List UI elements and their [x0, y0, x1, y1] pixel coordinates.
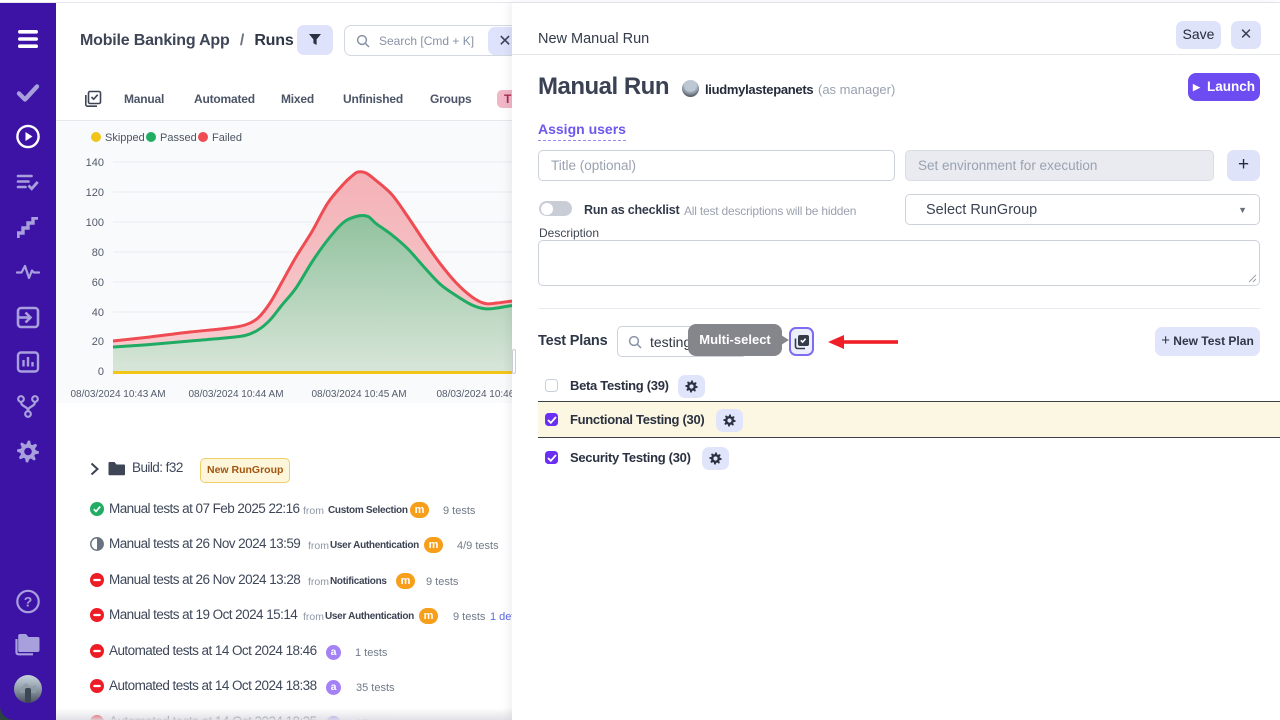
svg-text:Skipped: Skipped — [105, 132, 145, 144]
svg-text:40: 40 — [92, 307, 104, 319]
svg-text:Failed: Failed — [212, 132, 242, 144]
svg-text:08/03/2024 10:44 AM: 08/03/2024 10:44 AM — [188, 389, 283, 400]
svg-text:08/03/2024 10:43 AM: 08/03/2024 10:43 AM — [70, 389, 165, 400]
svg-text:08/03/2024 10:46 AM: 08/03/2024 10:46 AM — [436, 389, 516, 400]
svg-text:Passed: Passed — [160, 132, 197, 144]
svg-text:120: 120 — [86, 187, 104, 199]
svg-text:100: 100 — [86, 217, 104, 229]
svg-text:0: 0 — [98, 366, 104, 378]
svg-text:?: ? — [24, 594, 33, 610]
svg-text:20: 20 — [92, 336, 104, 348]
svg-text:140: 140 — [86, 157, 104, 169]
svg-text:08/03/2024 10:45 AM: 08/03/2024 10:45 AM — [311, 389, 406, 400]
svg-text:80: 80 — [92, 247, 104, 259]
svg-text:60: 60 — [92, 277, 104, 289]
